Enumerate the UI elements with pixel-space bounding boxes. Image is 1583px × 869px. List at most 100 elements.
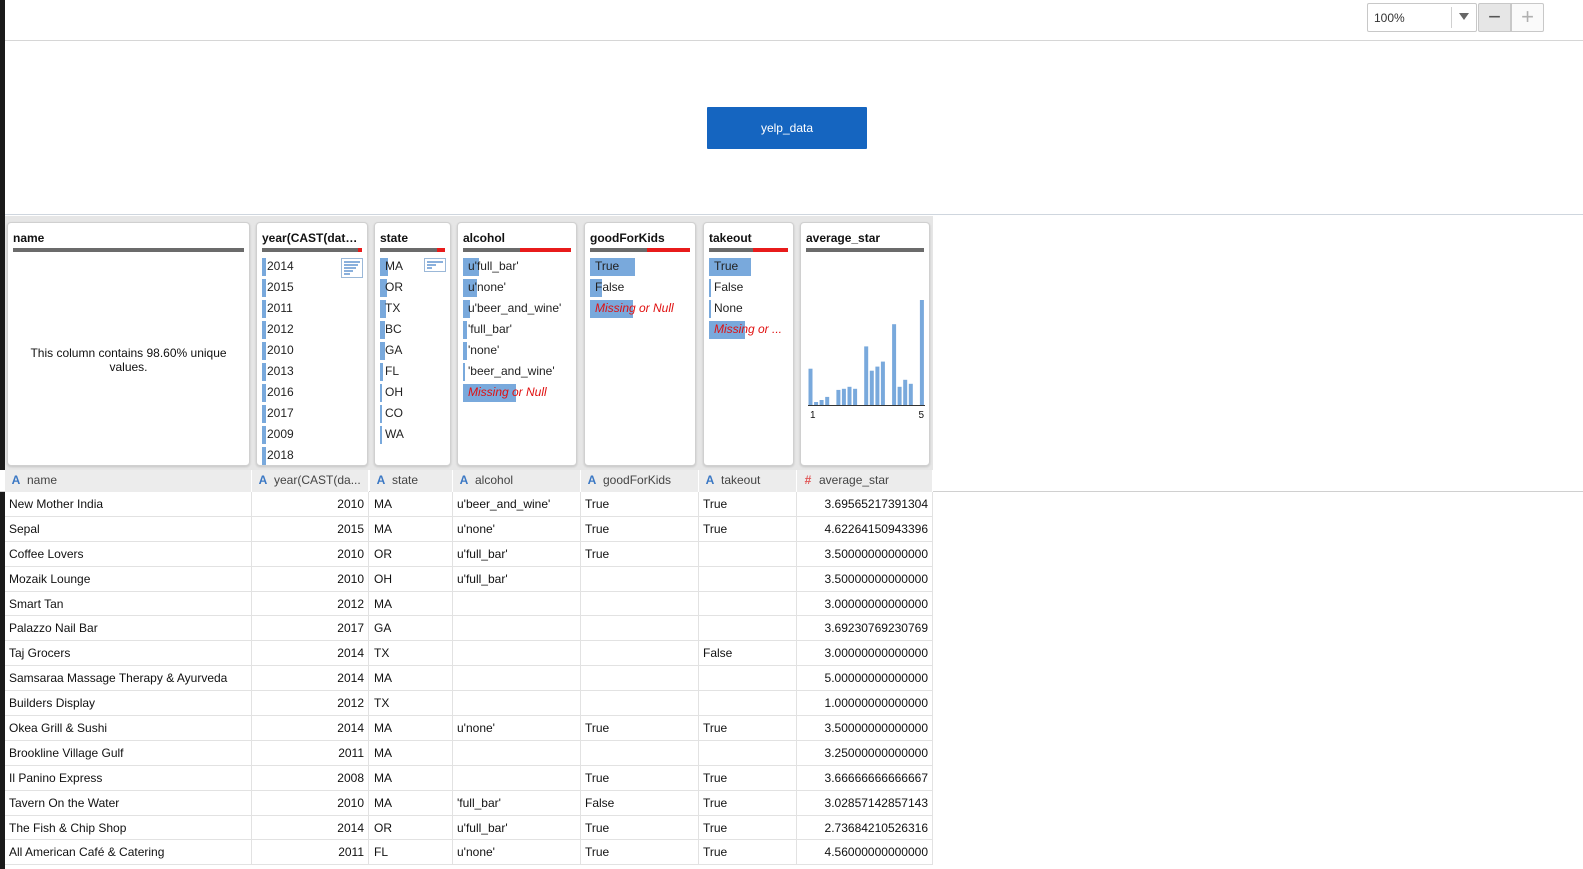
- table-row[interactable]: Okea Grill & Sushi 2014 MA u'none' True True 3…: [5, 716, 933, 741]
- cell-takeout[interactable]: [699, 616, 797, 641]
- cell-goodForKids[interactable]: True: [581, 541, 699, 566]
- cell-takeout[interactable]: [699, 566, 797, 591]
- value-row[interactable]: 2016: [262, 383, 363, 404]
- cell-state[interactable]: GA: [370, 616, 453, 641]
- profile-card-takeout[interactable]: takeout True False None Missing or ...: [703, 222, 794, 466]
- cell-goodForKids[interactable]: [581, 616, 699, 641]
- cell-state[interactable]: MA: [370, 740, 453, 765]
- table-row[interactable]: All American Café & Catering 2011 FL u'none…: [5, 840, 933, 866]
- cell-name[interactable]: Palazzo Nail Bar: [5, 616, 252, 641]
- chevron-down-icon[interactable]: [1459, 13, 1469, 20]
- profile-card-alcohol[interactable]: alcohol u'full_bar' u'none' u'beer_and_win…: [457, 222, 577, 466]
- cell-goodForKids[interactable]: [581, 641, 699, 666]
- cell-year[interactable]: 2014: [252, 666, 369, 691]
- value-row[interactable]: CO: [380, 404, 446, 425]
- cell-takeout[interactable]: [699, 591, 797, 616]
- cell-alcohol[interactable]: [453, 740, 581, 765]
- value-row[interactable]: TX: [380, 299, 446, 320]
- histogram-bar[interactable]: [880, 361, 885, 405]
- table-row[interactable]: Tavern On the Water 2010 MA'full_bar' False…: [5, 790, 933, 816]
- cell-state[interactable]: MA: [370, 716, 453, 741]
- cell-average-star[interactable]: 3.69230769230769: [797, 616, 933, 641]
- value-row[interactable]: 2010: [262, 341, 363, 362]
- histogram-bar[interactable]: [908, 383, 913, 405]
- cell-year[interactable]: 2010: [252, 566, 369, 591]
- column-header-alcohol[interactable]: Aalcohol: [453, 470, 581, 492]
- value-row[interactable]: 2009: [262, 425, 363, 446]
- cell-goodForKids[interactable]: True: [581, 492, 699, 516]
- cell-year[interactable]: 2014: [252, 815, 369, 840]
- profile-card-goodForKids[interactable]: goodForKids True False Missing or Null: [584, 222, 696, 466]
- cell-takeout[interactable]: True: [699, 815, 797, 840]
- value-row[interactable]: Missing or ...: [709, 320, 789, 341]
- cell-takeout[interactable]: True: [699, 716, 797, 741]
- table-row[interactable]: Il Panino Express 2008 MA True True 3.6666666…: [5, 765, 933, 791]
- cell-average-star[interactable]: 3.50000000000000: [797, 566, 933, 591]
- value-row[interactable]: 2015: [262, 278, 363, 299]
- cell-average-star[interactable]: 3.50000000000000: [797, 541, 933, 566]
- zoom-in-button[interactable]: +: [1511, 3, 1544, 32]
- cell-goodForKids[interactable]: True: [581, 840, 699, 865]
- cell-state[interactable]: OR: [370, 541, 453, 566]
- table-row[interactable]: Builders Display 2012 TX 1.00000000000000: [5, 691, 933, 717]
- histogram-bar[interactable]: [814, 402, 819, 405]
- cell-takeout[interactable]: True: [699, 492, 797, 516]
- cell-year[interactable]: 2017: [252, 616, 369, 641]
- value-row[interactable]: 'beer_and_wine': [463, 362, 572, 383]
- zoom-out-button[interactable]: −: [1478, 3, 1511, 32]
- cell-average-star[interactable]: 3.02857142857143: [797, 790, 933, 815]
- table-row[interactable]: Coffee Lovers 2010 OR u'full_bar' True 3.5000…: [5, 541, 933, 567]
- table-row[interactable]: Samsaraa Massage Therapy & Ayurveda 2014 M…: [5, 666, 933, 692]
- cell-goodForKids[interactable]: [581, 691, 699, 716]
- cell-alcohol[interactable]: 'full_bar': [453, 790, 581, 815]
- cell-year[interactable]: 2012: [252, 591, 369, 616]
- cell-average-star[interactable]: 3.00000000000000: [797, 641, 933, 666]
- cell-takeout[interactable]: True: [699, 840, 797, 865]
- histogram-bar[interactable]: [897, 386, 902, 405]
- table-row[interactable]: Smart Tan 2012 MA 3.00000000000000: [5, 591, 933, 617]
- cell-state[interactable]: TX: [370, 691, 453, 716]
- flow-canvas[interactable]: yelp_data: [5, 42, 1583, 215]
- histogram-bar[interactable]: [892, 324, 897, 405]
- cell-year[interactable]: 2010: [252, 541, 369, 566]
- table-row[interactable]: The Fish & Chip Shop 2014 OR u'full_bar' Tru…: [5, 815, 933, 841]
- cell-takeout[interactable]: [699, 666, 797, 691]
- cell-takeout[interactable]: True: [699, 765, 797, 790]
- histogram-bar[interactable]: [903, 379, 908, 405]
- average-star-histogram[interactable]: 15: [801, 223, 930, 466]
- histogram-bar[interactable]: [836, 389, 841, 405]
- sort-list-icon[interactable]: [341, 258, 363, 278]
- table-row[interactable]: Sepal 2015 MA u'none' True True 4.622641509433…: [5, 516, 933, 542]
- cell-alcohol[interactable]: u'none': [453, 516, 581, 541]
- cell-alcohol[interactable]: u'none': [453, 716, 581, 741]
- cell-year[interactable]: 2014: [252, 716, 369, 741]
- value-row[interactable]: u'none': [463, 278, 572, 299]
- cell-state[interactable]: MA: [370, 516, 453, 541]
- cell-name[interactable]: All American Café & Catering: [5, 840, 252, 865]
- cell-year[interactable]: 2014: [252, 641, 369, 666]
- value-row[interactable]: True: [709, 257, 789, 278]
- cell-name[interactable]: The Fish & Chip Shop: [5, 815, 252, 840]
- column-header-goodForKids[interactable]: AgoodForKids: [581, 470, 699, 492]
- value-row[interactable]: Missing or Null: [590, 299, 691, 320]
- cell-takeout[interactable]: [699, 740, 797, 765]
- table-row[interactable]: New Mother India 2010 MA u'beer_and_wine' Tr…: [5, 492, 933, 517]
- cell-state[interactable]: MA: [370, 492, 453, 516]
- cell-average-star[interactable]: 2.73684210526316: [797, 815, 933, 840]
- cell-alcohol[interactable]: u'full_bar': [453, 815, 581, 840]
- cell-average-star[interactable]: 3.66666666666667: [797, 765, 933, 790]
- profile-card-name[interactable]: name This column contains 98.60% unique …: [7, 222, 250, 466]
- histogram-bar[interactable]: [869, 370, 874, 405]
- cell-takeout[interactable]: True: [699, 790, 797, 815]
- cell-alcohol[interactable]: [453, 765, 581, 790]
- cell-state[interactable]: MA: [370, 790, 453, 815]
- value-row[interactable]: Missing or Null: [463, 383, 572, 404]
- value-row[interactable]: True: [590, 257, 691, 278]
- cell-name[interactable]: Builders Display: [5, 691, 252, 716]
- value-row[interactable]: 2011: [262, 299, 363, 320]
- cell-goodForKids[interactable]: True: [581, 815, 699, 840]
- cell-name[interactable]: Smart Tan: [5, 591, 252, 616]
- column-header-state[interactable]: Astate: [370, 470, 453, 492]
- cell-name[interactable]: New Mother India: [5, 492, 252, 516]
- cell-name[interactable]: Sepal: [5, 516, 252, 541]
